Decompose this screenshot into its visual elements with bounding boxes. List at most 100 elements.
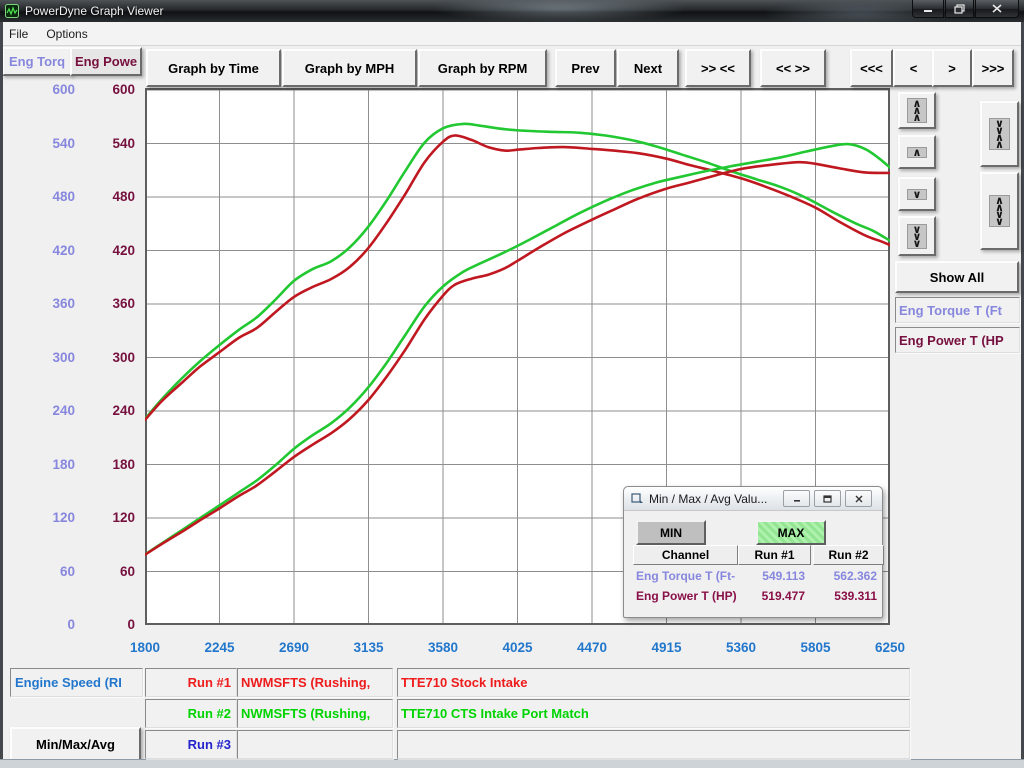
torque-y-tick-label: 360 (25, 295, 75, 313)
menu-bar: File Options (0, 22, 1024, 46)
chevron-glyph: ∨ (913, 240, 922, 247)
x-tick-label: 4915 (635, 640, 699, 655)
run-label-box[interactable]: Run #3 (145, 730, 237, 759)
run-file-field[interactable]: NWMSFTS (Rushing, (237, 668, 393, 697)
compress-scale-button[interactable]: ∨∨∧∧ (980, 101, 1019, 167)
minmax-column-header[interactable]: Run #2 (813, 545, 884, 565)
chevron-down-icon: ∨ (907, 189, 928, 200)
minmax-body: MIN MAX ChannelRun #1Run #2 Eng Torque T … (624, 510, 882, 617)
power-channel-label[interactable]: Eng Power T (HP (895, 327, 1020, 353)
zoom-out-button[interactable]: << >> (760, 49, 826, 87)
run-description-field[interactable] (397, 730, 910, 759)
next-button[interactable]: Next (617, 49, 679, 87)
power-y-tick-label: 0 (85, 616, 135, 634)
title-bar: PowerDyne Graph Viewer (0, 0, 1024, 22)
window-border-left (0, 22, 3, 768)
minmax-column-header[interactable]: Run #1 (738, 545, 811, 565)
powerdyne-window: PowerDyne Graph Viewer File Options Eng … (0, 0, 1024, 768)
max-toggle-button[interactable]: MAX (756, 520, 826, 545)
restore-button[interactable] (945, 0, 974, 18)
close-icon[interactable] (975, 0, 1019, 18)
collapse-chevrons-icon: ∨∨∧∧ (989, 118, 1010, 150)
scale-bottom-button[interactable]: ∨∨∨ (898, 216, 936, 256)
chevron-glyph: ∧ (913, 114, 922, 121)
run-label-box[interactable]: Run #2 (145, 699, 237, 728)
window-border-bottom (0, 759, 1024, 768)
menu-file[interactable]: File (0, 22, 37, 45)
torque-y-tick-label: 180 (25, 456, 75, 474)
x-tick-label: 3135 (337, 640, 401, 655)
minmax-run1-value: 519.477 (738, 589, 805, 603)
run-label-box[interactable]: Run #1 (145, 668, 237, 697)
minmax-run2-value: 562.362 (813, 569, 877, 583)
show-all-button[interactable]: Show All (895, 261, 1019, 293)
window-title: PowerDyne Graph Viewer (25, 4, 164, 18)
scale-top-button[interactable]: ∧∧∧ (898, 92, 936, 129)
minmax-avg-button[interactable]: Min/Max/Avg (10, 727, 141, 761)
minmax-title-bar[interactable]: Min / Max / Avg Valu... (624, 487, 882, 511)
torque-y-tick-label: 120 (25, 509, 75, 527)
minmax-row-channel: Eng Torque T (Ft- (636, 569, 735, 583)
triple-chevron-up-icon: ∧∧∧ (907, 98, 928, 123)
scale-down-button[interactable]: ∨ (898, 177, 936, 211)
x-tick-label: 2245 (188, 640, 252, 655)
chevron-up-icon: ∧ (907, 147, 928, 158)
triple-chevron-down-icon: ∨∨∨ (907, 224, 928, 249)
power-y-tick-label: 120 (85, 509, 135, 527)
scale-up-button[interactable]: ∧ (898, 135, 936, 169)
x-tick-label: 2690 (262, 640, 326, 655)
scroll-right-button[interactable]: > (932, 49, 972, 87)
run-description-field[interactable]: TTE710 Stock Intake (397, 668, 910, 697)
torque-y-tick-label: 540 (25, 135, 75, 153)
power-y-tick-label: 240 (85, 402, 135, 420)
power-y-tick-label: 480 (85, 188, 135, 206)
power-y-tick-label: 180 (85, 456, 135, 474)
menu-options[interactable]: Options (37, 22, 96, 45)
graph-by-mph-button[interactable]: Graph by MPH (282, 49, 417, 87)
torque-channel-label[interactable]: Eng Torque T (Ft (895, 297, 1020, 323)
minmax-window-icon (631, 493, 644, 505)
min-toggle-button[interactable]: MIN (636, 520, 706, 545)
run-file-field[interactable]: NWMSFTS (Rushing, (237, 699, 393, 728)
x-tick-label: 4025 (486, 640, 550, 655)
minmax-close-icon[interactable] (845, 490, 872, 507)
minmax-run1-value: 549.113 (738, 569, 805, 583)
power-y-tick-label: 420 (85, 242, 135, 260)
minmax-window: Min / Max / Avg Valu... MIN MAX ChannelR… (623, 486, 883, 618)
scroll-far-right-button[interactable]: >>> (972, 49, 1014, 87)
zoom-in-button[interactable]: >> << (685, 49, 751, 87)
x-tick-label: 1800 (113, 640, 177, 655)
run-file-field[interactable] (237, 730, 393, 759)
eng-power-axis-button[interactable]: Eng Powe (70, 47, 142, 76)
x-tick-label: 4470 (560, 640, 624, 655)
chevron-glyph: ∧ (995, 141, 1004, 148)
minmax-maximize-button[interactable] (814, 490, 841, 507)
eng-torque-axis-button[interactable]: Eng Torq (2, 47, 72, 76)
minmax-window-controls (783, 490, 872, 507)
torque-y-tick-label: 300 (25, 349, 75, 367)
window-controls (912, 0, 1019, 18)
x-tick-label: 6250 (858, 640, 922, 655)
torque-y-tick-label: 600 (25, 81, 75, 99)
scroll-left-button[interactable]: < (893, 49, 934, 87)
power-y-tick-label: 360 (85, 295, 135, 313)
prev-button[interactable]: Prev (555, 49, 616, 87)
chevron-glyph: ∨ (995, 218, 1004, 225)
graph-by-rpm-button[interactable]: Graph by RPM (418, 49, 547, 87)
scroll-far-left-button[interactable]: <<< (850, 49, 893, 87)
minmax-run2-value: 539.311 (813, 589, 877, 603)
chevron-glyph: ∧ (913, 149, 922, 156)
minmax-minimize-button[interactable] (783, 490, 810, 507)
expand-scale-button[interactable]: ∧∧∨∨ (980, 172, 1019, 250)
minmax-row-channel: Eng Power T (HP) (636, 589, 737, 603)
power-y-tick-label: 60 (85, 563, 135, 581)
minmax-column-header[interactable]: Channel (633, 545, 738, 565)
graph-by-time-button[interactable]: Graph by Time (146, 49, 281, 87)
power-y-tick-label: 540 (85, 135, 135, 153)
torque-y-tick-label: 240 (25, 402, 75, 420)
torque-y-tick-label: 60 (25, 563, 75, 581)
run-description-field[interactable]: TTE710 CTS Intake Port Match (397, 699, 910, 728)
torque-y-tick-label: 480 (25, 188, 75, 206)
x-channel-box[interactable]: Engine Speed (RI (10, 668, 143, 697)
minimize-button[interactable] (912, 0, 944, 18)
